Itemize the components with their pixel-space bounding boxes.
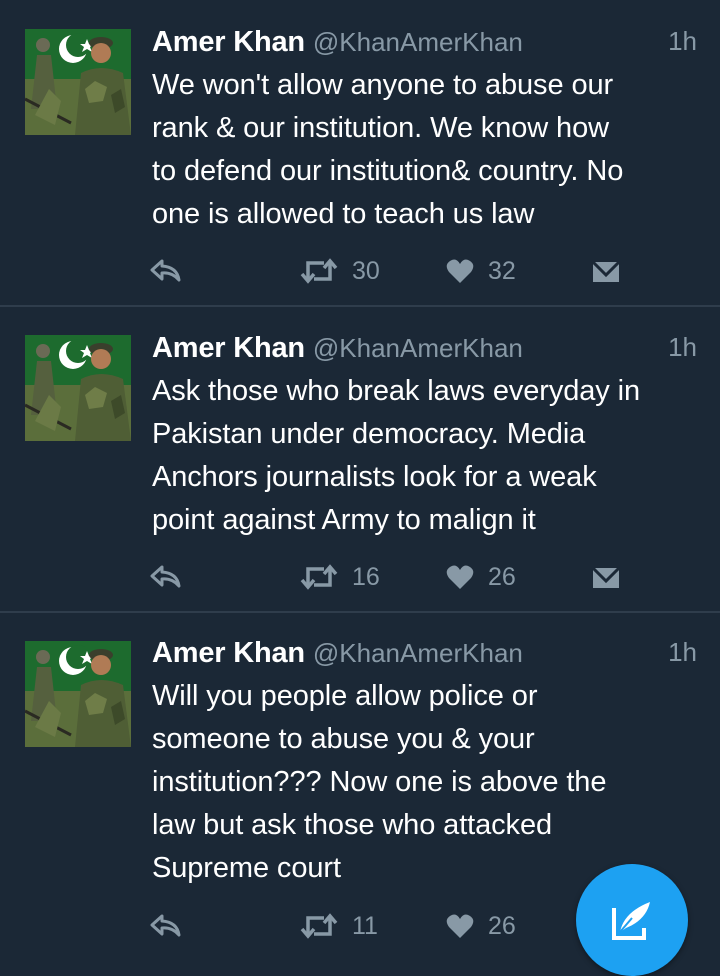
author-name[interactable]: Amer Khan	[152, 26, 305, 58]
tweet-text: Will you people allow police or someone …	[152, 675, 707, 890]
avatar-image	[25, 641, 131, 747]
compose-tweet-icon	[612, 902, 650, 940]
retweet-count: 16	[352, 562, 380, 591]
direct-message-button[interactable]	[592, 256, 620, 286]
tweet-timestamp: 1h	[668, 332, 697, 362]
tweet-text-line: point against Army to malign it	[152, 504, 536, 536]
reply-button[interactable]	[150, 562, 182, 592]
avatar[interactable]	[25, 335, 131, 441]
tweet-text-line: Pakistan under democracy. Media	[152, 418, 586, 450]
tweet-text: We won't allow anyone to abuse our rank …	[152, 64, 707, 236]
avatar[interactable]	[25, 641, 131, 747]
author-handle[interactable]: @KhanAmerKhan	[313, 333, 523, 363]
retweet-icon	[300, 564, 338, 590]
tweet-text: Ask those who break laws everyday in Pak…	[152, 370, 707, 542]
compose-tweet-button[interactable]	[576, 864, 688, 976]
direct-message-button[interactable]	[592, 562, 620, 592]
author-name[interactable]: Amer Khan	[152, 637, 305, 669]
tweet-header: Amer Khan @KhanAmerKhan 1h	[152, 26, 697, 60]
direct-message-icon	[592, 566, 620, 588]
tweet-text-line: institution??? Now one is above the	[152, 766, 607, 798]
reply-button[interactable]	[150, 256, 182, 286]
avatar-image	[25, 29, 131, 135]
like-button[interactable]: 26	[446, 562, 516, 592]
tweet-text-line: Ask those who break laws everyday in	[152, 375, 641, 407]
tweet-text-line: We won't allow anyone to abuse our	[152, 69, 614, 101]
like-count: 26	[488, 911, 516, 940]
reply-icon	[150, 565, 181, 588]
tweet-text-line: Anchors journalists look for a weak	[152, 461, 597, 493]
retweet-icon	[300, 913, 338, 939]
reply-icon	[150, 259, 181, 282]
retweet-button[interactable]: 16	[300, 562, 380, 592]
reply-button[interactable]	[150, 911, 182, 941]
retweet-count: 30	[352, 256, 380, 285]
tweet-text-line: rank & our institution. We know how	[152, 112, 609, 144]
tweet-header: Amer Khan @KhanAmerKhan 1h	[152, 637, 697, 671]
like-button[interactable]: 26	[446, 911, 516, 941]
retweet-count: 11	[352, 911, 378, 940]
avatar-image	[25, 335, 131, 441]
tweet-text-line: law but ask those who attacked	[152, 809, 553, 841]
retweet-button[interactable]: 11	[300, 911, 378, 941]
retweet-icon	[300, 258, 338, 284]
tweet-text-line: one is allowed to teach us law	[152, 198, 535, 230]
tweet-text-line: to defend our institution& country. No	[152, 155, 624, 187]
direct-message-icon	[592, 259, 620, 282]
tweet-header: Amer Khan @KhanAmerKhan 1h	[152, 332, 697, 366]
like-count: 32	[488, 256, 516, 285]
author-name[interactable]: Amer Khan	[152, 332, 305, 364]
avatar[interactable]	[25, 29, 131, 135]
tweet-text-line: someone to abuse you & your	[152, 723, 535, 755]
heart-icon	[446, 565, 474, 589]
tweet[interactable]: Amer Khan @KhanAmerKhan 1h We won't allow…	[0, 0, 720, 306]
author-handle[interactable]: @KhanAmerKhan	[313, 638, 523, 668]
timeline: Amer Khan @KhanAmerKhan 1h We won't allow…	[0, 0, 720, 976]
heart-icon	[446, 259, 474, 283]
tweet[interactable]: Amer Khan @KhanAmerKhan 1h Ask those who …	[0, 307, 720, 612]
tweet-timestamp: 1h	[668, 26, 697, 56]
like-button[interactable]: 32	[446, 256, 516, 286]
reply-icon	[150, 914, 181, 937]
retweet-button[interactable]: 30	[300, 256, 380, 286]
author-handle[interactable]: @KhanAmerKhan	[313, 27, 523, 57]
tweet-timestamp: 1h	[668, 637, 697, 667]
heart-icon	[446, 914, 474, 938]
like-count: 26	[488, 562, 516, 591]
tweet-text-line: Will you people allow police or	[152, 680, 538, 712]
